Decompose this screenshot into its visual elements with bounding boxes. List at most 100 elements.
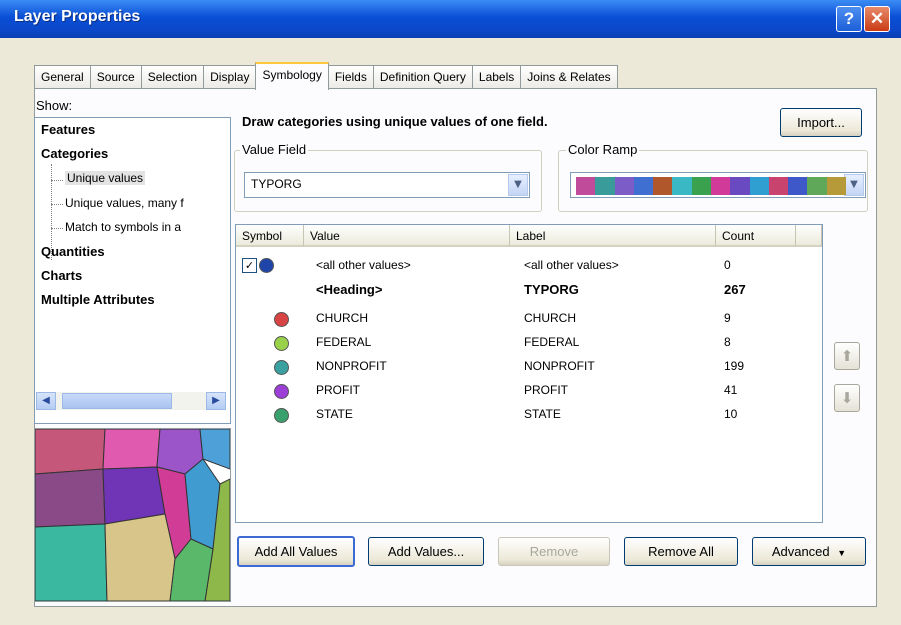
tab-source[interactable]: Source [89, 65, 142, 88]
symbol-value-grid: Symbol Value Label Count ✓ <all other va… [235, 224, 823, 523]
header-value[interactable]: Value [304, 225, 510, 247]
ramp-swatch [595, 177, 615, 195]
symbol-swatch[interactable] [274, 408, 289, 423]
remove-button[interactable]: Remove [498, 537, 610, 566]
ramp-swatch [691, 177, 711, 195]
value-field-select[interactable]: TYPORG ▼ [244, 172, 530, 198]
ramp-swatch [576, 177, 596, 195]
header-symbol[interactable]: Symbol [236, 225, 304, 247]
import-button[interactable]: Import... [780, 108, 862, 137]
show-item-multiple-attributes[interactable]: Multiple Attributes [41, 292, 155, 307]
row-count: 9 [724, 311, 731, 325]
header-count[interactable]: Count [716, 225, 796, 247]
down-arrow-icon[interactable]: ⬇ [834, 384, 860, 412]
row-count: 199 [724, 359, 745, 373]
color-ramp-label: Color Ramp [566, 142, 640, 157]
ramp-swatch [614, 177, 634, 195]
map-preview-image [35, 429, 230, 601]
tab-fields[interactable]: Fields [327, 65, 374, 88]
value-field-value: TYPORG [251, 177, 302, 191]
add-all-values-button[interactable]: Add All Values [237, 536, 355, 567]
show-label: Show: [36, 98, 73, 113]
layer-properties-dialog: Layer Properties ? ✕ General Source Sele… [0, 0, 901, 625]
chevron-down-icon[interactable]: ▼ [844, 174, 864, 196]
tab-symbology[interactable]: Symbology [255, 62, 329, 90]
title-bar: Layer Properties ? ✕ [0, 0, 901, 38]
row-value[interactable]: NONPROFIT [316, 359, 387, 373]
show-horizontal-scrollbar[interactable]: ◀ ▶ [36, 392, 226, 410]
advanced-button[interactable]: Advanced ▼ [752, 537, 866, 566]
tab-general[interactable]: General [34, 65, 91, 88]
color-ramp-swatches[interactable] [576, 177, 846, 195]
row-value[interactable]: PROFIT [316, 383, 360, 397]
header-label[interactable]: Label [510, 225, 716, 247]
row-value[interactable]: CHURCH [316, 311, 368, 325]
scroll-right-icon[interactable]: ▶ [206, 392, 226, 410]
heading-count: 267 [724, 282, 746, 297]
chevron-down-icon[interactable]: ▼ [508, 174, 528, 196]
ramp-swatch [749, 177, 769, 195]
value-field-label: Value Field [240, 142, 309, 157]
chevron-down-icon: ▼ [837, 548, 847, 558]
ramp-swatch [672, 177, 692, 195]
ramp-swatch [788, 177, 808, 195]
tree-branch [51, 204, 63, 205]
description-text: Draw categories using unique values of o… [242, 114, 548, 129]
show-item-features[interactable]: Features [41, 122, 95, 137]
remove-all-button[interactable]: Remove All [624, 537, 738, 566]
tab-selection[interactable]: Selection [140, 65, 205, 88]
row-value[interactable]: FEDERAL [316, 335, 371, 349]
row-count: 41 [724, 383, 738, 397]
ramp-swatch [826, 177, 846, 195]
row-label[interactable]: STATE [524, 407, 561, 421]
help-button[interactable]: ? [836, 6, 862, 32]
ramp-swatch [633, 177, 654, 195]
tab-joins-relates[interactable]: Joins & Relates [520, 65, 618, 88]
show-item-quantities[interactable]: Quantities [41, 244, 105, 259]
tab-definition-query[interactable]: Definition Query [372, 65, 473, 88]
show-tree: Features Categories Unique values Unique… [34, 117, 231, 424]
add-values-button[interactable]: Add Values... [368, 537, 484, 566]
tree-branch [51, 180, 63, 181]
tab-display[interactable]: Display [203, 65, 257, 88]
symbol-swatch[interactable] [274, 336, 289, 351]
row-value[interactable]: STATE [316, 407, 353, 421]
row-count: 10 [724, 407, 738, 421]
show-item-match-to-symbols[interactable]: Match to symbols in a [65, 220, 181, 234]
symbol-swatch[interactable] [259, 258, 274, 273]
row-label[interactable]: CHURCH [524, 311, 576, 325]
row-count: 0 [724, 258, 731, 272]
show-item-categories[interactable]: Categories [41, 146, 108, 161]
show-item-unique-values[interactable]: Unique values [65, 171, 146, 185]
heading-label[interactable]: TYPORG [524, 282, 579, 297]
ramp-swatch [653, 177, 673, 195]
tree-branch [51, 228, 63, 229]
up-arrow-icon[interactable]: ⬆ [834, 342, 860, 370]
ramp-swatch [710, 177, 731, 195]
tab-strip: General Source Selection Display Symbolo… [34, 62, 618, 90]
row-label[interactable]: FEDERAL [524, 335, 579, 349]
advanced-label: Advanced [771, 544, 830, 559]
ramp-swatch [768, 177, 789, 195]
row-label[interactable]: PROFIT [524, 383, 568, 397]
scroll-left-icon[interactable]: ◀ [36, 392, 56, 410]
scroll-thumb[interactable] [62, 393, 172, 409]
row-count: 8 [724, 335, 731, 349]
symbol-swatch[interactable] [274, 312, 289, 327]
close-button[interactable]: ✕ [864, 6, 890, 32]
show-item-unique-values-many-fields[interactable]: Unique values, many f [65, 196, 184, 210]
show-item-charts[interactable]: Charts [41, 268, 82, 283]
symbology-preview-map [34, 428, 231, 602]
row-value[interactable]: <all other values> [316, 258, 411, 272]
header-spacer [796, 225, 822, 247]
row-label[interactable]: <all other values> [524, 258, 619, 272]
symbol-swatch[interactable] [274, 360, 289, 375]
check-icon[interactable]: ✓ [242, 258, 257, 273]
tab-labels[interactable]: Labels [471, 65, 522, 88]
ramp-swatch [807, 177, 827, 195]
heading-value[interactable]: <Heading> [316, 282, 382, 297]
symbol-swatch[interactable] [274, 384, 289, 399]
window-title: Layer Properties [14, 8, 141, 25]
row-label[interactable]: NONPROFIT [524, 359, 595, 373]
ramp-swatch [730, 177, 750, 195]
